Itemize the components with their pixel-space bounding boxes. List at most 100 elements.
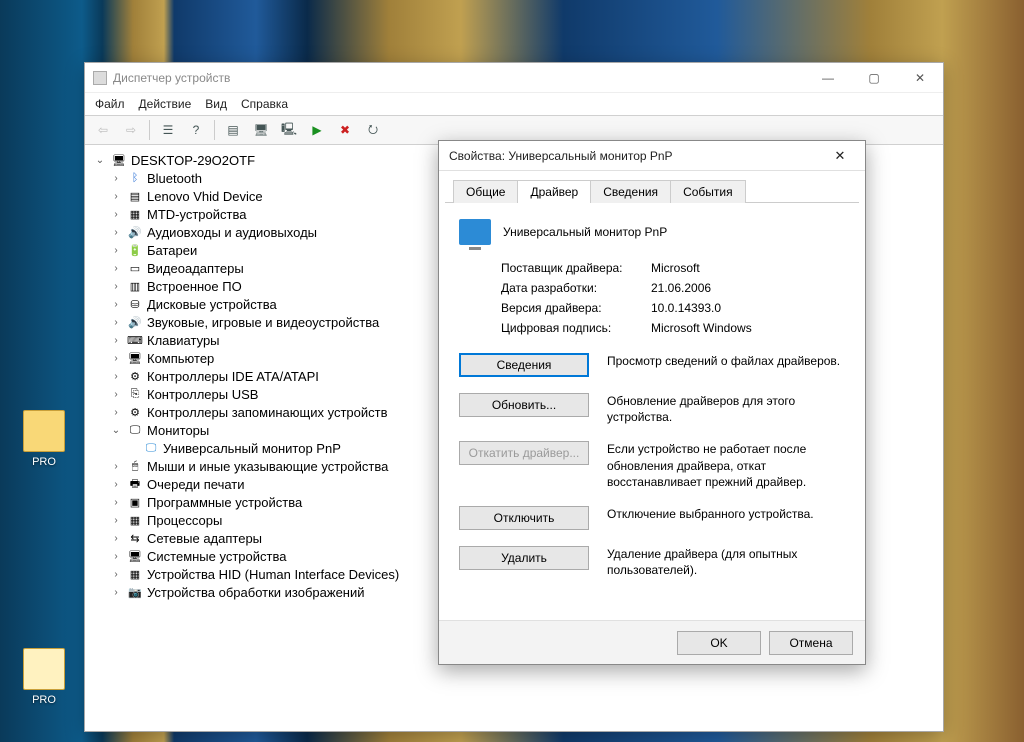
monitor-icon <box>459 219 491 245</box>
update-driver-icon[interactable]: 🖳 <box>277 119 301 141</box>
zip-icon <box>23 648 65 690</box>
label-signer: Цифровая подпись: <box>501 321 651 335</box>
tab-general[interactable]: Общие <box>453 180 518 203</box>
expander-icon[interactable]: › <box>109 189 123 203</box>
enable-icon[interactable]: ▶ <box>305 119 329 141</box>
uninstall-button[interactable]: Удалить <box>459 546 589 570</box>
expander-icon[interactable]: › <box>109 567 123 581</box>
value-version: 10.0.14393.0 <box>651 301 721 315</box>
expander-icon[interactable]: › <box>109 351 123 365</box>
storage-icon: ⚙ <box>127 405 143 419</box>
menu-view[interactable]: Вид <box>205 97 227 111</box>
software-icon: ▣ <box>127 495 143 509</box>
menu-help[interactable]: Справка <box>241 97 288 111</box>
app-icon <box>93 71 107 85</box>
menu-action[interactable]: Действие <box>139 97 192 111</box>
expander-icon[interactable]: › <box>109 171 123 185</box>
expander-icon[interactable]: › <box>109 279 123 293</box>
system-icon: 🖥 <box>127 549 143 563</box>
controller-icon: ⚙ <box>127 369 143 383</box>
refresh-icon[interactable]: ⭮ <box>361 119 385 141</box>
device-icon: ▤ <box>127 189 143 203</box>
maximize-button[interactable]: ▢ <box>851 63 897 93</box>
disk-icon: ⛁ <box>127 297 143 311</box>
expander-icon[interactable]: › <box>109 405 123 419</box>
expander-icon[interactable]: › <box>109 495 123 509</box>
value-signer: Microsoft Windows <box>651 321 752 335</box>
tree-root-label: DESKTOP-29O2OTF <box>131 153 255 168</box>
desktop-icon[interactable]: PRO <box>14 648 74 706</box>
printer-icon: 🖶 <box>127 477 143 491</box>
expander-icon[interactable]: › <box>109 225 123 239</box>
menu-file[interactable]: Файл <box>95 97 125 111</box>
keyboard-icon: ⌨ <box>127 333 143 347</box>
expander-icon[interactable]: › <box>109 387 123 401</box>
dialog-footer: OK Отмена <box>439 620 865 664</box>
help-icon[interactable]: ? <box>184 119 208 141</box>
properties-dialog: Свойства: Универсальный монитор PnP ✕ Об… <box>438 140 866 665</box>
close-button[interactable]: ✕ <box>825 148 855 164</box>
mouse-icon: 🖱 <box>127 459 143 473</box>
desktop-icon-label: PRO <box>14 694 74 706</box>
uninstall-icon[interactable]: ✖ <box>333 119 357 141</box>
label-provider: Поставщик драйвера: <box>501 261 651 275</box>
expander-icon[interactable]: › <box>109 549 123 563</box>
minimize-button[interactable]: — <box>805 63 851 93</box>
forward-icon: ⇨ <box>119 119 143 141</box>
tab-events[interactable]: События <box>670 180 746 203</box>
rollback-driver-desc: Если устройство не работает после обновл… <box>607 441 845 490</box>
expander-icon[interactable]: › <box>109 585 123 599</box>
scan-icon[interactable]: 🖥 <box>249 119 273 141</box>
value-date: 21.06.2006 <box>651 281 711 295</box>
ok-button[interactable]: OK <box>677 631 761 655</box>
expander-icon[interactable]: ⌄ <box>93 153 107 167</box>
properties-icon[interactable]: ▤ <box>221 119 245 141</box>
window-title: Диспетчер устройств <box>113 71 230 85</box>
tab-bar: Общие Драйвер Сведения События <box>445 171 859 203</box>
driver-details-button[interactable]: Сведения <box>459 353 589 377</box>
device-name: Универсальный монитор PnP <box>503 225 667 239</box>
expander-icon[interactable]: › <box>109 261 123 275</box>
expander-icon[interactable]: › <box>109 477 123 491</box>
show-hide-icon[interactable]: ☰ <box>156 119 180 141</box>
display-adapter-icon: ▭ <box>127 261 143 275</box>
network-icon: ⇆ <box>127 531 143 545</box>
dialog-title-bar[interactable]: Свойства: Универсальный монитор PnP ✕ <box>439 141 865 171</box>
folder-icon <box>23 410 65 452</box>
hid-icon: ▦ <box>127 567 143 581</box>
bluetooth-icon: ᛒ <box>127 171 143 185</box>
cancel-button[interactable]: Отмена <box>769 631 853 655</box>
imaging-icon: 📷 <box>127 585 143 599</box>
firmware-icon: ▥ <box>127 279 143 293</box>
tab-details[interactable]: Сведения <box>590 180 671 203</box>
value-provider: Microsoft <box>651 261 700 275</box>
expander-icon[interactable]: › <box>109 243 123 257</box>
chip-icon: ▦ <box>127 207 143 221</box>
expander-icon[interactable]: › <box>109 369 123 383</box>
menu-bar: Файл Действие Вид Справка <box>85 93 943 115</box>
speaker-icon: 🔊 <box>127 225 143 239</box>
expander-icon[interactable]: › <box>109 207 123 221</box>
update-driver-button[interactable]: Обновить... <box>459 393 589 417</box>
sound-icon: 🔊 <box>127 315 143 329</box>
tab-driver[interactable]: Драйвер <box>517 180 591 203</box>
expander-icon[interactable]: › <box>109 297 123 311</box>
desktop-icon[interactable]: PRO <box>14 410 74 468</box>
label-version: Версия драйвера: <box>501 301 651 315</box>
update-driver-desc: Обновление драйверов для этого устройств… <box>607 393 845 425</box>
expander-icon[interactable]: › <box>109 513 123 527</box>
monitor-icon: 🖵 <box>127 423 143 437</box>
driver-details-desc: Просмотр сведений о файлах драйверов. <box>607 353 845 369</box>
desktop-icon-label: PRO <box>14 456 74 468</box>
expander-icon[interactable]: › <box>109 315 123 329</box>
computer-icon: 🖥 <box>111 153 127 167</box>
disable-button[interactable]: Отключить <box>459 506 589 530</box>
title-bar[interactable]: Диспетчер устройств — ▢ ✕ <box>85 63 943 93</box>
expander-icon[interactable]: › <box>109 531 123 545</box>
expander-icon[interactable]: ⌄ <box>109 423 123 437</box>
back-icon: ⇦ <box>91 119 115 141</box>
cpu-icon: ▦ <box>127 513 143 527</box>
expander-icon[interactable]: › <box>109 333 123 347</box>
close-button[interactable]: ✕ <box>897 63 943 93</box>
expander-icon[interactable]: › <box>109 459 123 473</box>
